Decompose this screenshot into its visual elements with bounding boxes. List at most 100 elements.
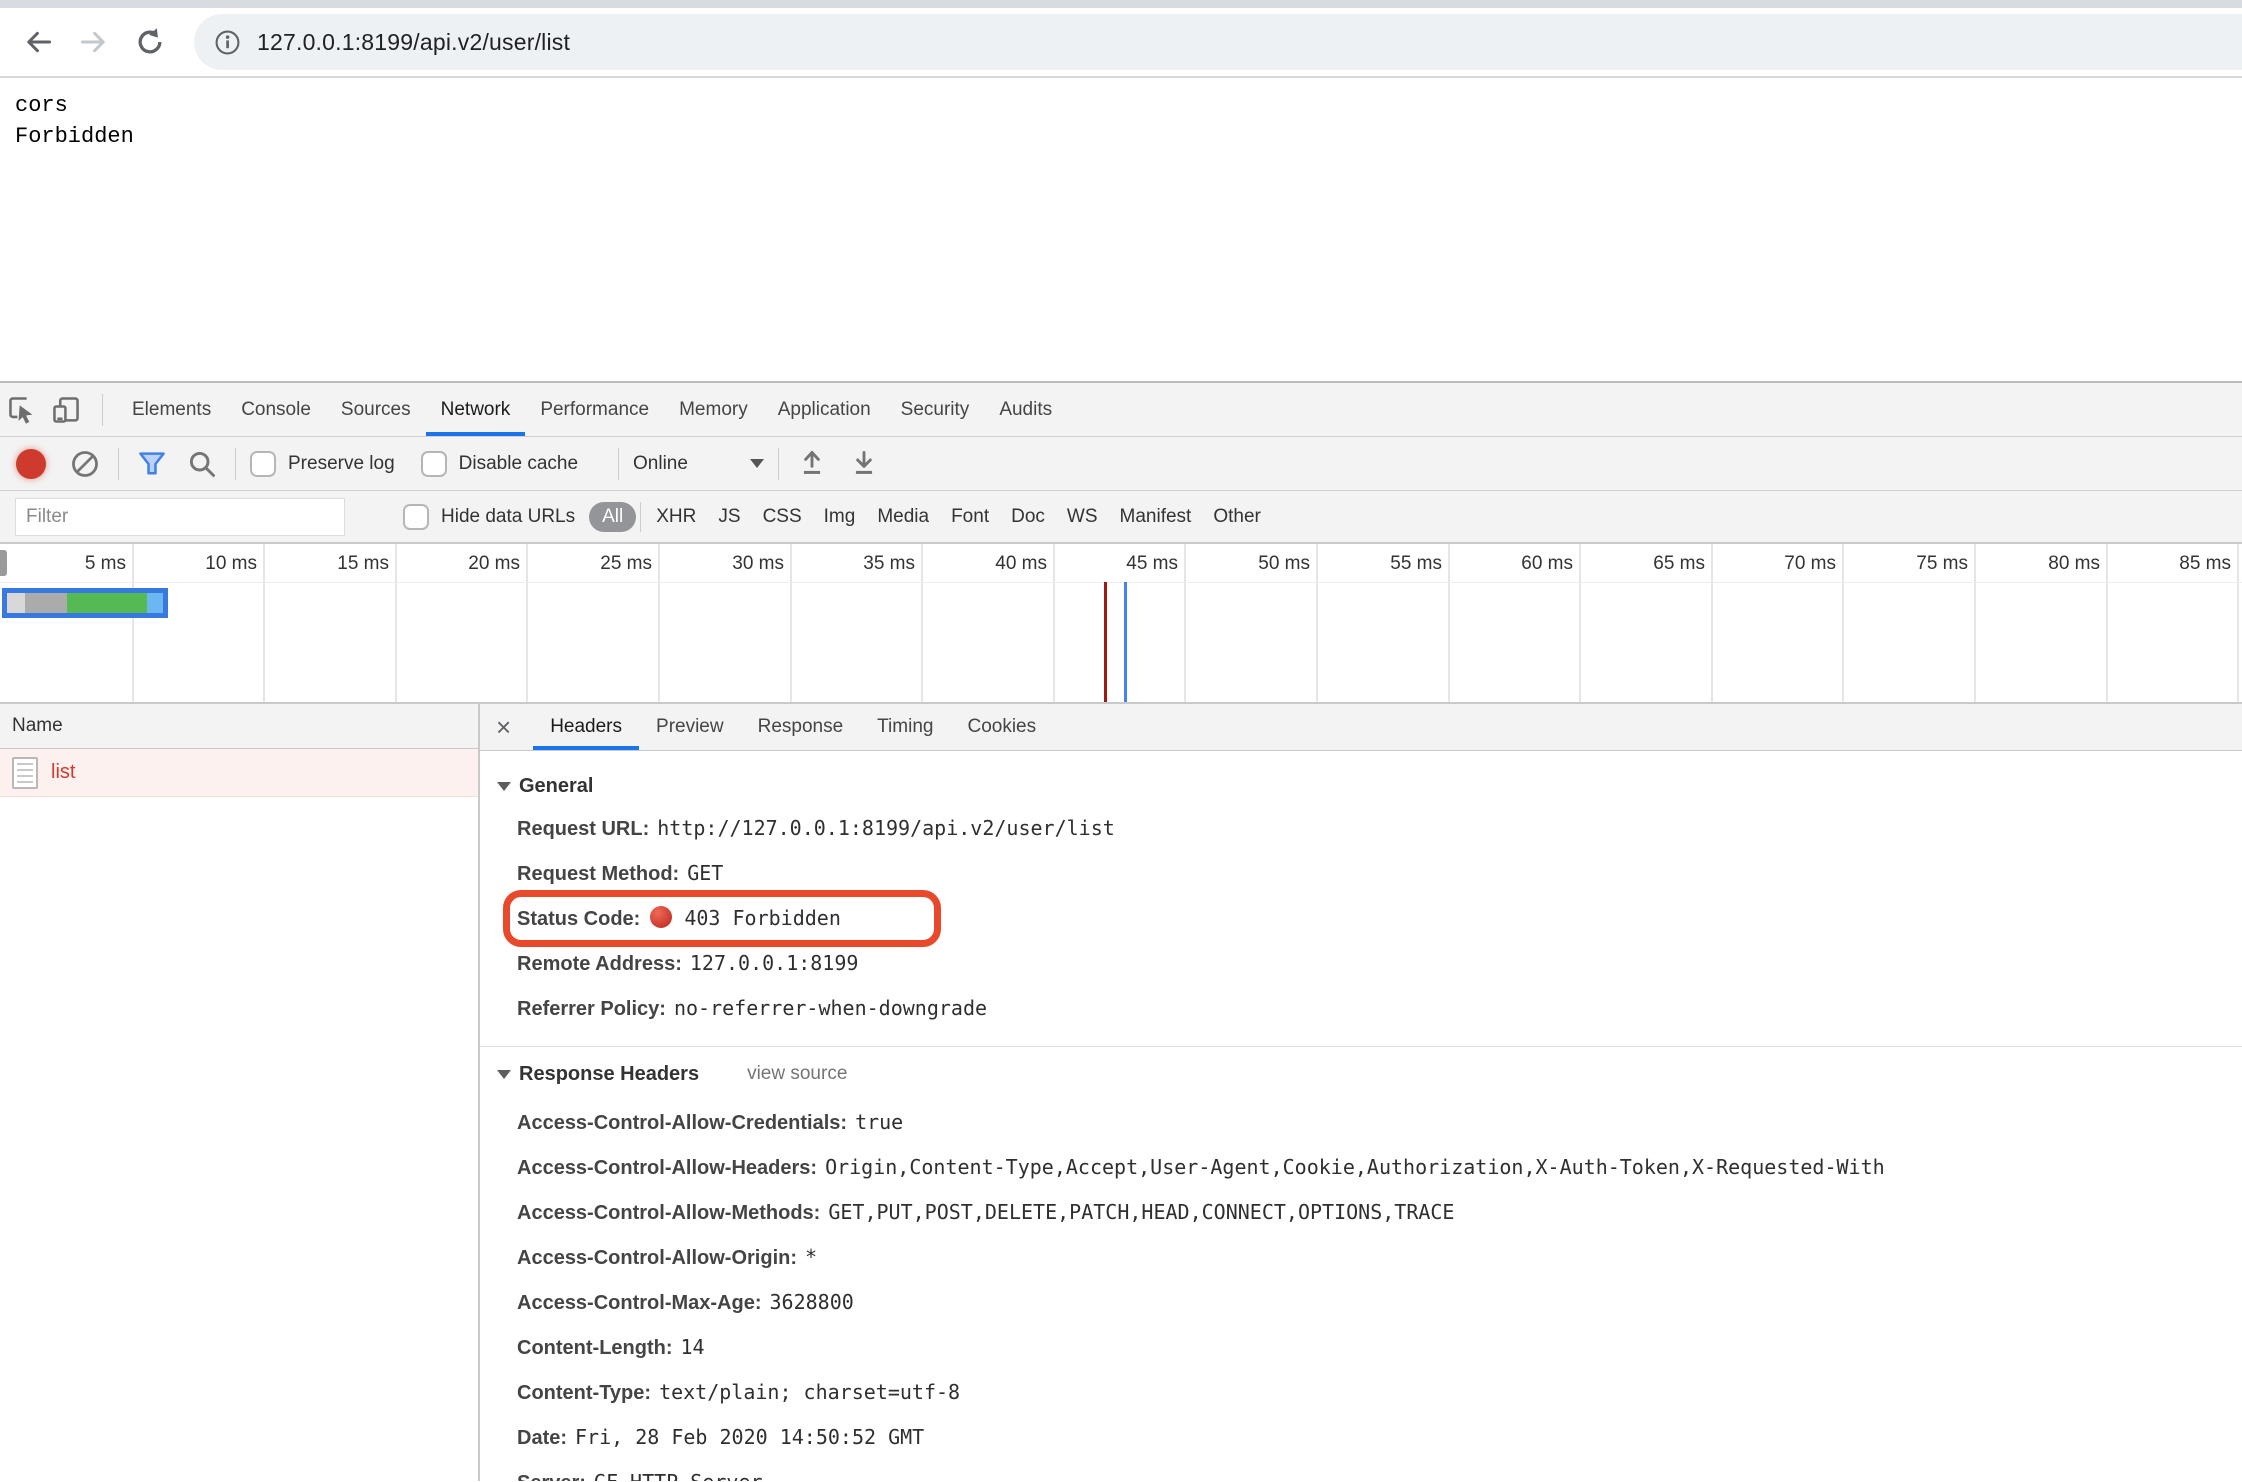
- header-row: Access-Control-Allow-Credentials:true: [517, 1101, 2242, 1146]
- response-headers-section-title: Response Headers: [519, 1063, 699, 1086]
- chevron-down-icon: [750, 459, 764, 468]
- url-text[interactable]: 127.0.0.1:8199/api.v2/user/list: [257, 29, 570, 56]
- name-column-header[interactable]: Name: [0, 704, 478, 749]
- timeline-header-divider: [0, 582, 2242, 583]
- tab-security[interactable]: Security: [886, 383, 985, 436]
- timeline-tick-label: 15 ms: [265, 553, 389, 575]
- export-har-icon[interactable]: [845, 445, 883, 483]
- status-error-dot-icon: [650, 906, 672, 928]
- timeline-gridline: [2237, 544, 2239, 702]
- header-name: Server:: [517, 1472, 586, 1481]
- tab-elements[interactable]: Elements: [117, 383, 226, 436]
- tab-performance[interactable]: Performance: [525, 383, 664, 436]
- devtools-panel: ElementsConsoleSourcesNetworkPerformance…: [0, 381, 2242, 1481]
- timeline-tick-label: 80 ms: [1976, 553, 2100, 575]
- back-button[interactable]: [16, 20, 60, 64]
- filter-icon[interactable]: [133, 445, 171, 483]
- headers-detail-body: General Request URL:http://127.0.0.1:819…: [480, 751, 2242, 1481]
- device-toolbar-icon[interactable]: [44, 388, 88, 432]
- domcontentloaded-marker: [1104, 582, 1107, 702]
- page-info-icon[interactable]: [214, 29, 241, 56]
- detail-tab-preview[interactable]: Preview: [639, 704, 741, 750]
- tab-application[interactable]: Application: [763, 383, 886, 436]
- disable-cache-label[interactable]: Disable cache: [459, 453, 578, 475]
- timeline-tick-label: 20 ms: [396, 553, 520, 575]
- tab-memory[interactable]: Memory: [664, 383, 763, 436]
- browser-toolbar: 127.0.0.1:8199/api.v2/user/list: [0, 8, 2242, 78]
- detail-tab-headers[interactable]: Headers: [533, 704, 639, 750]
- overview-left-handle[interactable]: [0, 550, 7, 576]
- type-filter-img[interactable]: Img: [813, 502, 867, 532]
- type-filter-ws[interactable]: WS: [1056, 502, 1109, 532]
- preserve-log-checkbox[interactable]: [250, 451, 276, 477]
- tab-console[interactable]: Console: [226, 383, 326, 436]
- hide-data-urls-checkbox[interactable]: [403, 504, 429, 530]
- view-source-link[interactable]: view source: [747, 1063, 847, 1085]
- header-value: no-referrer-when-downgrade: [674, 996, 987, 1020]
- filter-separator: [640, 502, 641, 532]
- inspect-element-icon[interactable]: [0, 388, 44, 432]
- header-row: Date:Fri, 28 Feb 2020 14:50:52 GMT: [517, 1416, 2242, 1461]
- type-filter-xhr[interactable]: XHR: [645, 502, 707, 532]
- search-icon[interactable]: [183, 445, 221, 483]
- tab-sources[interactable]: Sources: [326, 383, 426, 436]
- request-row[interactable]: list: [0, 749, 478, 797]
- timeline-tick-label: 65 ms: [1581, 553, 1705, 575]
- header-value: 14: [681, 1335, 705, 1359]
- request-name: list: [51, 761, 75, 784]
- load-event-marker: [1124, 582, 1127, 702]
- tab-network[interactable]: Network: [426, 383, 526, 436]
- page-content: corsForbidden: [0, 78, 2242, 381]
- address-bar[interactable]: 127.0.0.1:8199/api.v2/user/list: [194, 14, 2242, 70]
- header-value: Origin,Content-Type,Accept,User-Agent,Co…: [825, 1155, 1885, 1179]
- general-section-header[interactable]: General: [497, 773, 2242, 799]
- header-name: Access-Control-Allow-Methods:: [517, 1202, 820, 1224]
- network-filter-bar: Hide data URLs All XHRJSCSSImgMediaFontDo…: [0, 491, 2242, 544]
- type-filter-media[interactable]: Media: [866, 502, 940, 532]
- type-filter-all[interactable]: All: [589, 502, 636, 532]
- toolbar-separator: [618, 448, 619, 480]
- header-value: http://127.0.0.1:8199/api.v2/user/list: [657, 816, 1115, 840]
- header-name: Content-Type:: [517, 1382, 651, 1404]
- preserve-log-label[interactable]: Preserve log: [288, 453, 395, 475]
- filter-input[interactable]: [15, 498, 345, 536]
- page-text-line: Forbidden: [15, 121, 2242, 152]
- timeline-tick-label: 45 ms: [1054, 553, 1178, 575]
- detail-tab-timing[interactable]: Timing: [860, 704, 950, 750]
- type-filter-css[interactable]: CSS: [752, 502, 813, 532]
- waterfall-stalled-segment: [25, 593, 67, 613]
- disable-cache-checkbox[interactable]: [421, 451, 447, 477]
- timeline-tick-label: 70 ms: [1712, 553, 1836, 575]
- request-waterfall-bar[interactable]: [2, 588, 168, 618]
- detail-tab-response[interactable]: Response: [741, 704, 861, 750]
- type-filter-js[interactable]: JS: [707, 502, 751, 532]
- type-filter-font[interactable]: Font: [940, 502, 1000, 532]
- type-filter-doc[interactable]: Doc: [1000, 502, 1056, 532]
- forward-button[interactable]: [72, 20, 116, 64]
- record-button[interactable]: [16, 449, 46, 479]
- waterfall-download-segment: [147, 593, 163, 613]
- header-name: Content-Length:: [517, 1337, 673, 1359]
- header-row: Content-Type:text/plain; charset=utf-8: [517, 1371, 2242, 1416]
- page-text-line: cors: [15, 90, 2242, 121]
- throttling-dropdown[interactable]: Online: [633, 453, 764, 475]
- response-headers-section-header[interactable]: Response Headers view source: [497, 1061, 2242, 1087]
- detail-tab-cookies[interactable]: Cookies: [950, 704, 1053, 750]
- import-har-icon[interactable]: [793, 445, 831, 483]
- hide-data-urls-label[interactable]: Hide data URLs: [441, 506, 575, 528]
- window-top-strip: [0, 0, 2242, 8]
- header-name: Access-Control-Allow-Credentials:: [517, 1112, 847, 1134]
- reload-button[interactable]: [128, 20, 172, 64]
- network-overview-timeline[interactable]: 5 ms10 ms15 ms20 ms25 ms30 ms35 ms40 ms4…: [0, 544, 2242, 704]
- timeline-tick-label: 60 ms: [1449, 553, 1573, 575]
- timeline-tick-label: 10 ms: [133, 553, 257, 575]
- type-filter-other[interactable]: Other: [1202, 502, 1272, 532]
- close-icon[interactable]: ×: [496, 714, 511, 740]
- network-toolbar: Preserve log Disable cache Online: [0, 437, 2242, 491]
- clear-icon[interactable]: [66, 445, 104, 483]
- tab-audits[interactable]: Audits: [984, 383, 1067, 436]
- header-name: Access-Control-Allow-Origin:: [517, 1247, 797, 1269]
- header-row: Server:GF HTTP Server: [517, 1461, 2242, 1481]
- type-filter-manifest[interactable]: Manifest: [1109, 502, 1203, 532]
- header-row: Referrer Policy:no-referrer-when-downgra…: [517, 987, 2242, 1032]
